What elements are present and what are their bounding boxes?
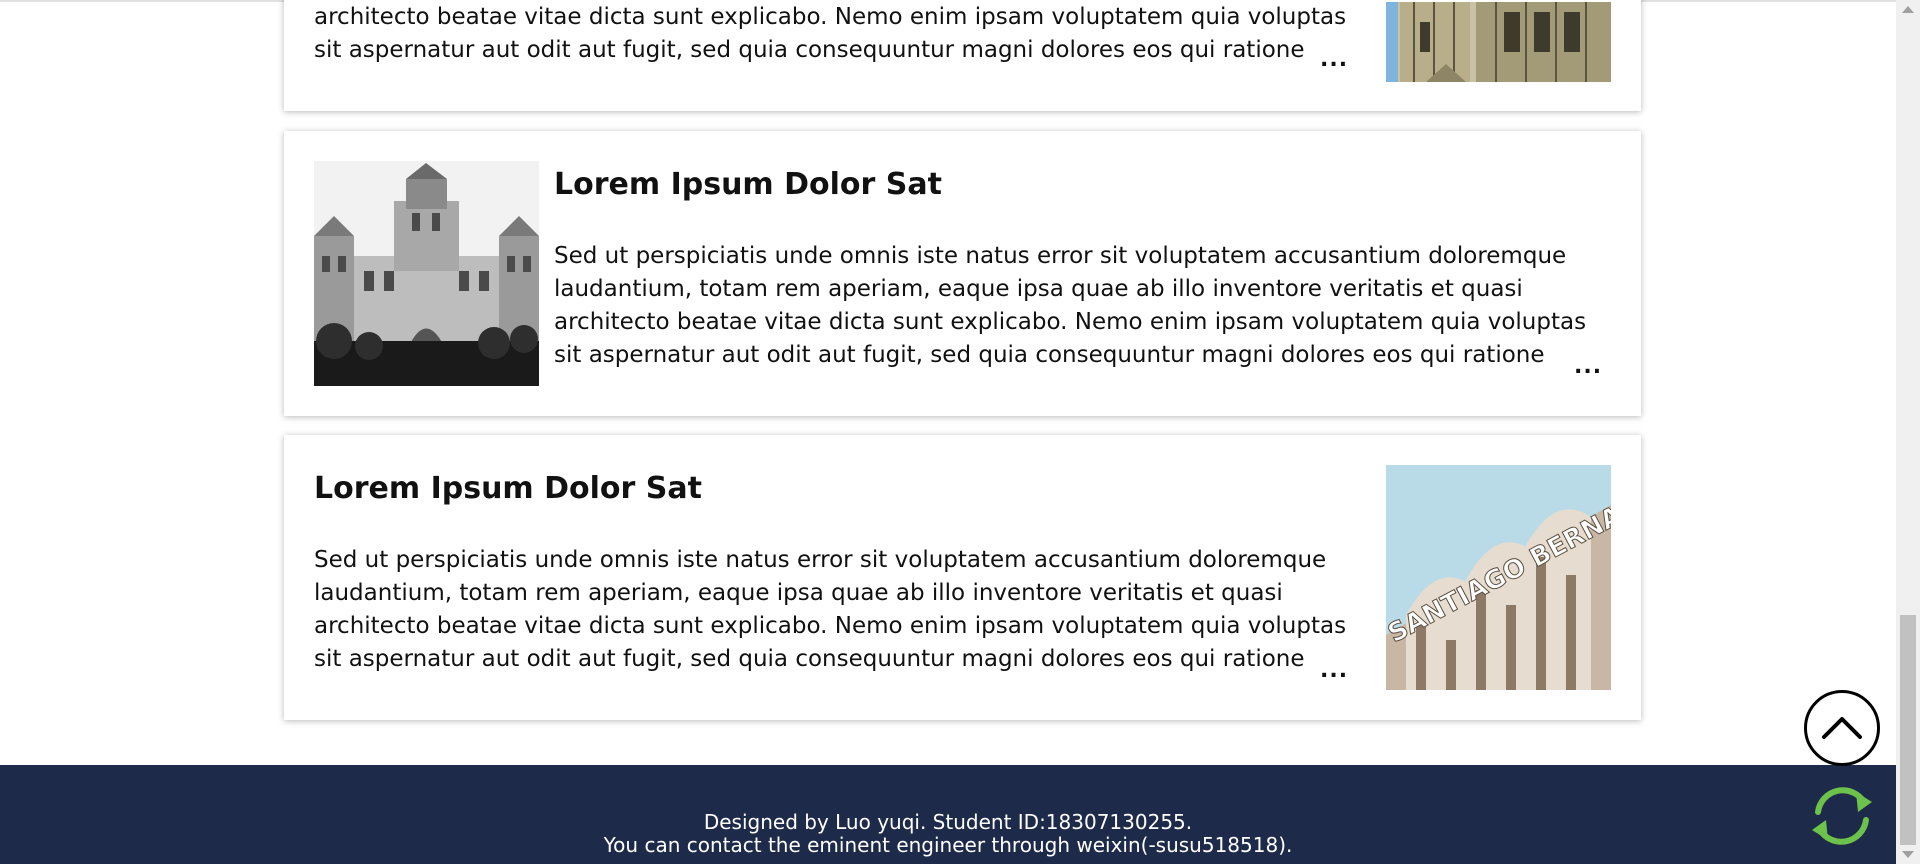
article-card-3: Lorem Ipsum Dolor Sat Sed ut perspiciati…: [284, 435, 1641, 720]
scrollbar-thumb[interactable]: [1900, 615, 1916, 845]
article-image-1[interactable]: [1386, 2, 1611, 82]
footer: Designed by Luo yuqi. Student ID:1830713…: [0, 765, 1896, 864]
article-card-2: Lorem Ipsum Dolor Sat Sed ut perspiciati…: [284, 131, 1641, 416]
article-text-3: Sed ut perspiciatis unde omnis iste natu…: [314, 547, 1347, 672]
back-to-top-button[interactable]: [1804, 690, 1880, 766]
footer-credit: Designed by Luo yuqi. Student ID:1830713…: [703, 810, 1193, 834]
scroll-down-arrow-icon[interactable]: [1902, 851, 1914, 858]
chevron-up-icon: [1822, 717, 1862, 739]
article-text-2: Sed ut perspiciatis unde omnis iste natu…: [554, 243, 1587, 368]
refresh-icon: [1812, 787, 1872, 845]
read-more-link-3[interactable]: ...: [1320, 660, 1348, 682]
article-title-2[interactable]: Lorem Ipsum Dolor Sat: [554, 167, 942, 203]
read-more-link-1[interactable]: ...: [1320, 49, 1348, 71]
article-image-2[interactable]: [314, 161, 539, 386]
article-text-1: architecto beatae vitae dicta sunt expli…: [314, 4, 1347, 63]
vertical-scrollbar[interactable]: [1896, 0, 1920, 864]
refresh-button[interactable]: [1804, 778, 1880, 854]
footer-contact: You can contact the eminent engineer thr…: [603, 833, 1293, 857]
page: architecto beatae vitae dicta sunt expli…: [0, 0, 1920, 864]
scroll-up-arrow-icon[interactable]: [1902, 6, 1914, 13]
article-title-3[interactable]: Lorem Ipsum Dolor Sat: [314, 471, 702, 507]
article-card-1: architecto beatae vitae dicta sunt expli…: [284, 0, 1641, 111]
article-image-3[interactable]: SANTIAGO BERNA: [1386, 465, 1611, 690]
read-more-link-2[interactable]: ...: [1574, 356, 1602, 378]
